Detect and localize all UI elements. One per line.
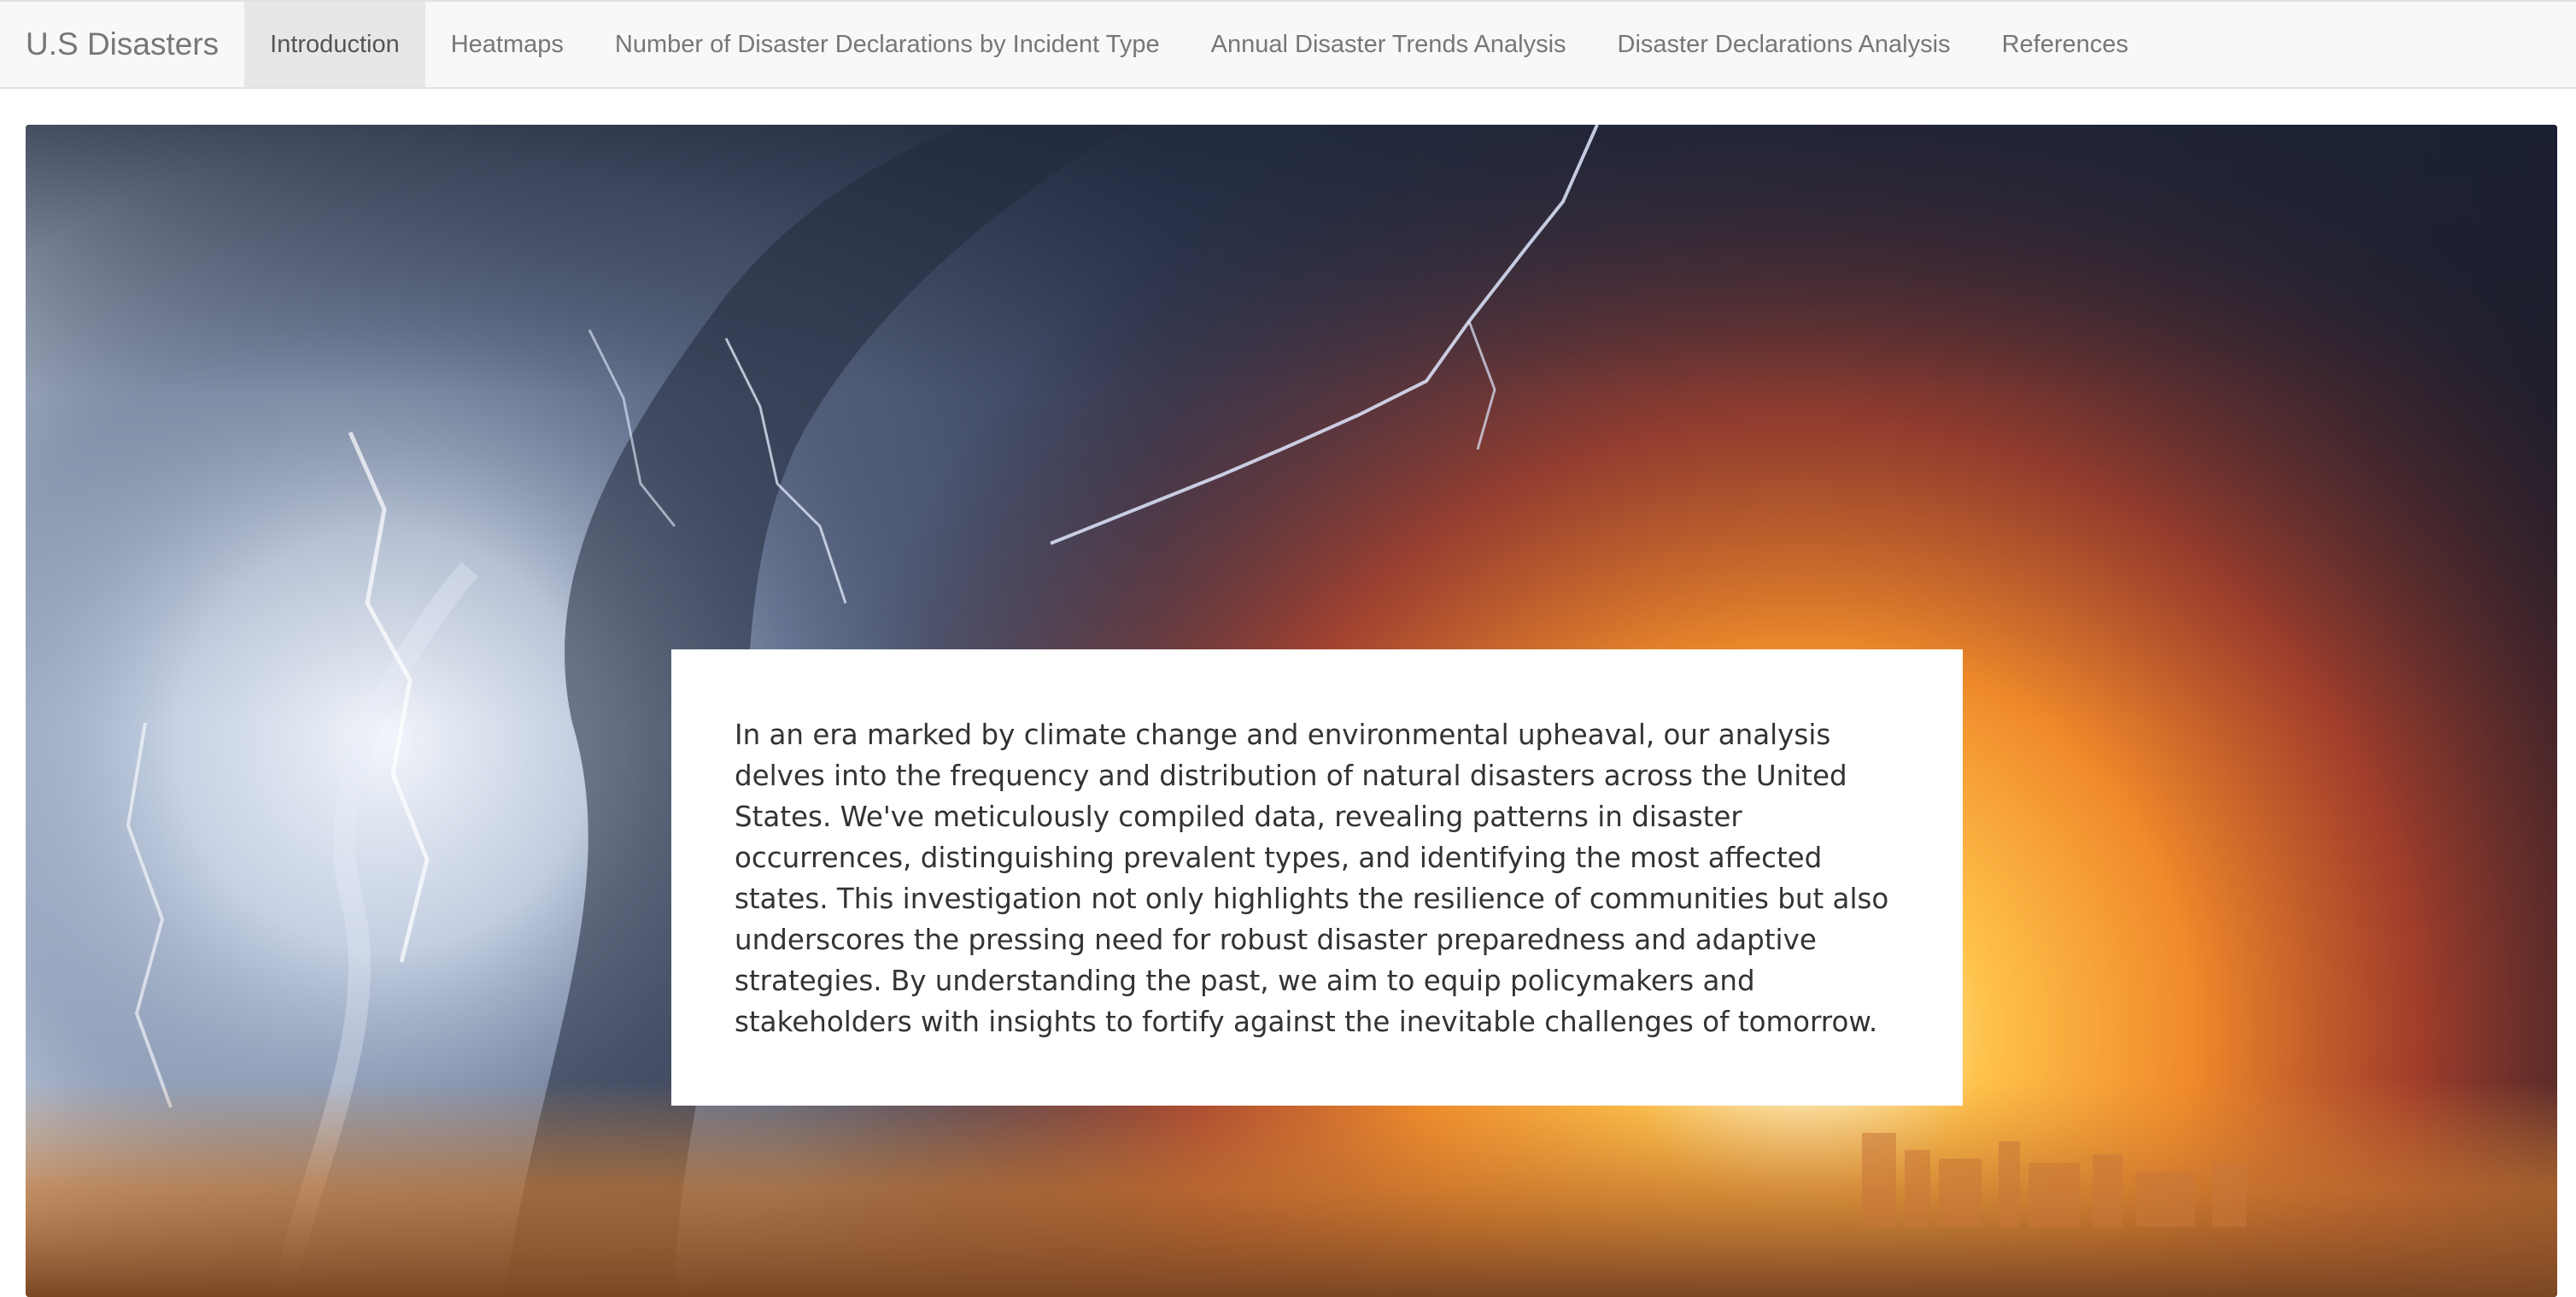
- tab-references[interactable]: References: [1976, 2, 2154, 87]
- tab-heatmaps[interactable]: Heatmaps: [425, 2, 589, 87]
- top-navbar: U.S Disasters Introduction Heatmaps Numb…: [0, 0, 2576, 89]
- intro-text-box: In an era marked by climate change and e…: [671, 649, 1963, 1106]
- tab-annual-trends[interactable]: Annual Disaster Trends Analysis: [1186, 2, 1592, 87]
- hero-section: In an era marked by climate change and e…: [26, 125, 2557, 1297]
- tab-introduction[interactable]: Introduction: [244, 2, 425, 87]
- tab-declarations-by-incident-type[interactable]: Number of Disaster Declarations by Incid…: [589, 2, 1186, 87]
- nav-tabs: Introduction Heatmaps Number of Disaster…: [244, 2, 2154, 87]
- navbar-brand[interactable]: U.S Disasters: [0, 2, 244, 87]
- tab-declarations-analysis[interactable]: Disaster Declarations Analysis: [1592, 2, 1976, 87]
- intro-paragraph: In an era marked by climate change and e…: [735, 719, 1889, 1038]
